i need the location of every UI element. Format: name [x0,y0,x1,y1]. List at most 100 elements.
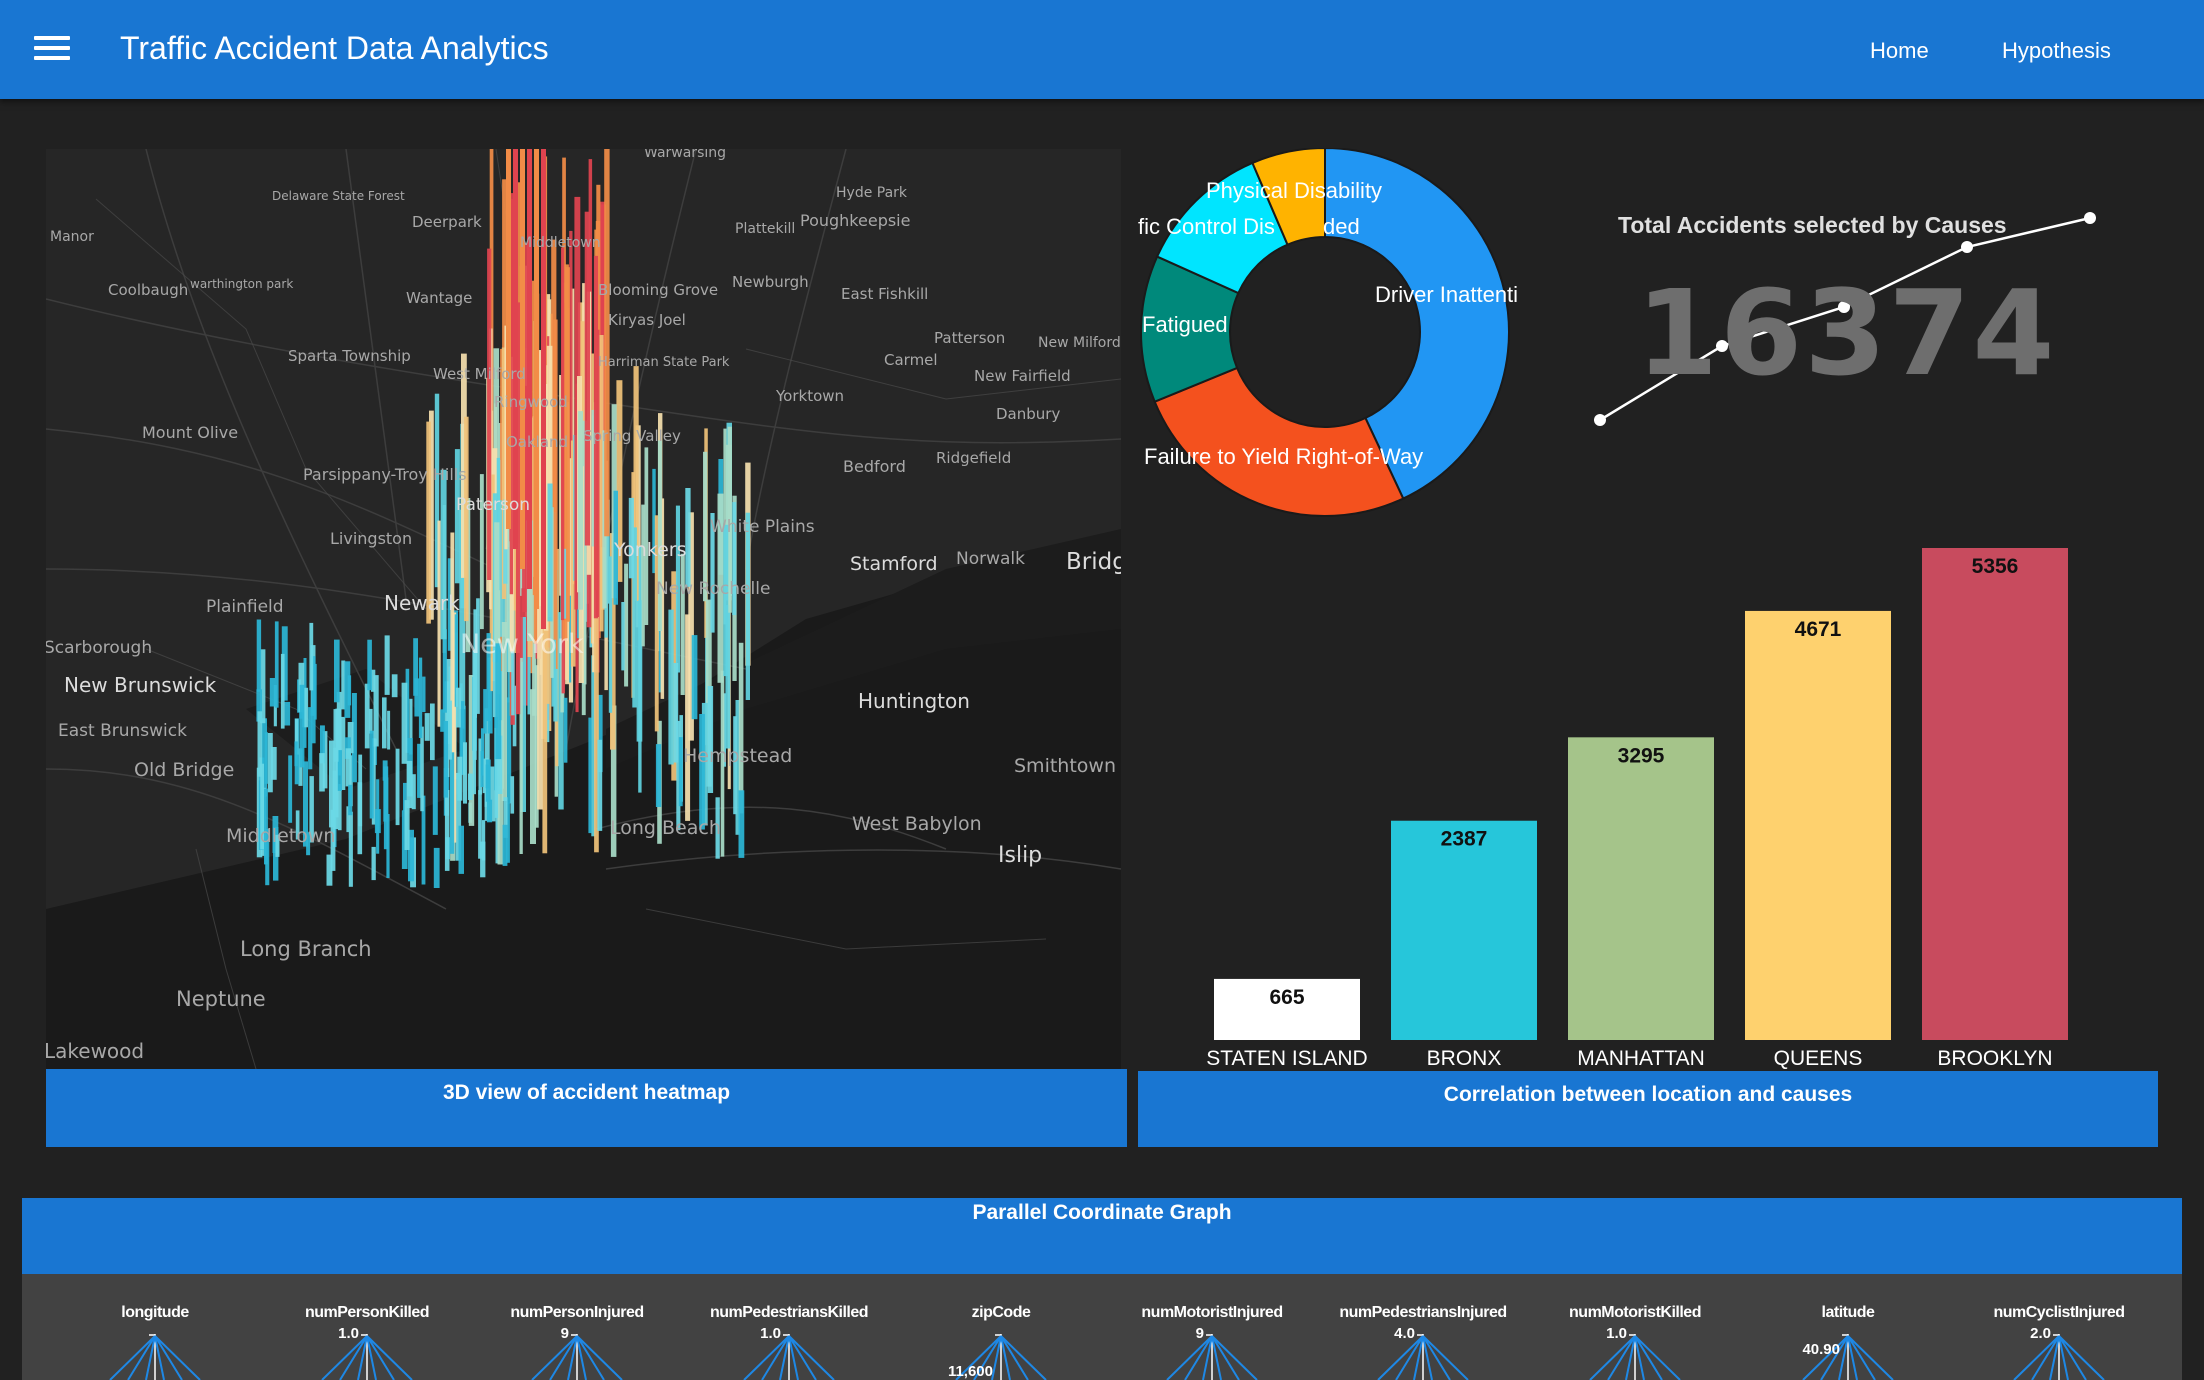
accident-heatmap-3d[interactable]: Warwarsing Delaware State Forest Hyde Park… [46,149,1121,1069]
parallel-axis-tick-label: 9 [1195,1325,1204,1342]
parallel-axis-name[interactable]: numMotoristInjured [1141,1304,1283,1322]
bar-value-label: 665 [1269,986,1304,1009]
heatmap-column [433,847,440,888]
parallel-axis-name[interactable]: numPersonInjured [510,1304,644,1322]
parallel-axis-name[interactable]: zipCode [972,1304,1031,1322]
parallel-axis-tick-label: 1.0 [760,1325,781,1342]
map-place-label: West Milford [433,365,526,383]
heatmap-column [395,748,400,826]
heatmap-column [680,553,685,695]
parallel-axis-tick-label: 1.0 [1606,1325,1627,1342]
bar-brooklyn [1922,548,2068,1040]
parallel-axis-name[interactable]: numCyclistInjured [1993,1304,2125,1322]
map-place-label: White Plains [710,517,815,537]
app-bar: Traffic Accident Data Analytics Home Hyp… [0,0,2204,99]
map-place-label: Middletown [226,825,336,847]
map-place-label: Stamford [850,553,938,575]
heatmap-column [483,689,487,734]
map-place-label: Newburgh [732,273,809,291]
heatmap-column [348,811,353,887]
map-place-label: Wantage [406,289,473,307]
heatmap-column [655,744,662,807]
heatmap-column [597,739,603,831]
map-caption: 3D view of accident heatmap [442,1081,731,1104]
heatmap-column [308,707,313,770]
heatmap-column [391,674,398,698]
heatmap-column [450,752,455,854]
heatmap-column [364,683,370,749]
heatmap-column [457,756,463,801]
parallel-axis-tick-label: 4.0 [1394,1325,1415,1342]
parallel-axis-tick-label: 40.90 [1802,1341,1840,1358]
heatmap-column [256,619,262,692]
map-place-label: Livingston [330,529,413,548]
heatmap-column [494,522,500,645]
heatmap-column [644,447,649,625]
heatmap-column [420,726,424,812]
heatmap-column [480,841,486,878]
heatmap-column [387,710,391,750]
heatmap-column [510,776,515,814]
bar-category-label: BROOKLYN [1937,1047,2052,1070]
map-place-label: Manor [50,229,94,245]
map-place-label: Ringwood [494,393,568,411]
heatmap-column [506,149,511,529]
heatmap-column [329,740,335,828]
map-place-label: Bedford [843,457,906,476]
heatmap-column [738,642,744,814]
parallel-lines [109,1334,2105,1380]
heatmap-column [604,149,610,537]
parallel-axis-name[interactable]: numPedestriansKilled [710,1304,869,1322]
heatmap-column [584,211,590,546]
parallel-coordinate-panel[interactable]: Parallel Coordinate Graph longitude numPe… [22,1198,2182,1380]
parallel-axis-name[interactable]: numPedestriansInjured [1339,1304,1507,1322]
heatmap-column [542,651,548,854]
heatmap-column [357,782,363,855]
map-place-label: Bridgeport [1066,549,1121,575]
causes-donut-chart[interactable]: Physical Disability fic Control Dis ded … [1138,148,1518,518]
map-place-label: Sparta Township [288,347,411,365]
borough-bar-chart[interactable]: 665 STATEN ISLAND 2387 BRONX 3295 MANHATTAN 46… [1138,530,2178,1070]
heatmap-column [344,661,351,718]
heatmap-column [668,609,674,765]
parallel-axis-name[interactable]: latitude [1822,1304,1875,1322]
heatmap-column [448,700,452,760]
map-place-label: Mount Olive [142,423,239,442]
heatmap-column [267,733,273,793]
map-place-label: Harriman State Park [598,355,730,370]
map-place-label: Danbury [996,405,1061,423]
bar-manhattan [1568,737,1714,1040]
map-place-label: Blooming Grove [598,281,719,299]
heatmap-column [294,741,298,767]
map-place-label: Old Bridge [134,759,235,781]
heatmap-column [437,520,441,727]
parallel-axis-name[interactable]: longitude [121,1304,189,1322]
heatmap-column [485,759,491,802]
map-place-label: New Fairfield [974,367,1071,385]
heatmap-column [280,653,285,729]
map-place-label: Long Beach [610,817,721,839]
heatmap-column [404,800,410,850]
map-place-label: New Rochelle [656,579,771,599]
heatmap-column [685,488,691,587]
heatmap-column [458,825,464,874]
parallel-axis-name[interactable]: numPersonKilled [305,1304,430,1322]
donut-label-physical-disability: Physical Disability [1206,178,1383,203]
heatmap-column [467,773,473,800]
nav-home-link[interactable]: Home [1870,38,1929,64]
heatmap-column [348,784,353,816]
parallel-axis-name[interactable]: numMotoristKilled [1569,1304,1701,1322]
nav-hypothesis-link[interactable]: Hypothesis [2002,38,2111,64]
heatmap-column [464,416,469,622]
heatmap-column [309,622,314,691]
map-place-label: East Brunswick [58,721,187,741]
heatmap-column [461,701,465,729]
hamburger-menu-icon[interactable] [34,36,70,64]
map-place-label: New Milford [1038,335,1121,351]
map-place-label: Middletown [520,235,601,251]
heatmap-column [745,512,750,700]
heatmap-column [369,730,374,819]
total-accidents-value: 16374 [1636,264,2057,402]
heatmap-column [513,149,518,549]
donut-label-failure-to-yield: Failure to Yield Right-of-Way [1144,444,1424,469]
